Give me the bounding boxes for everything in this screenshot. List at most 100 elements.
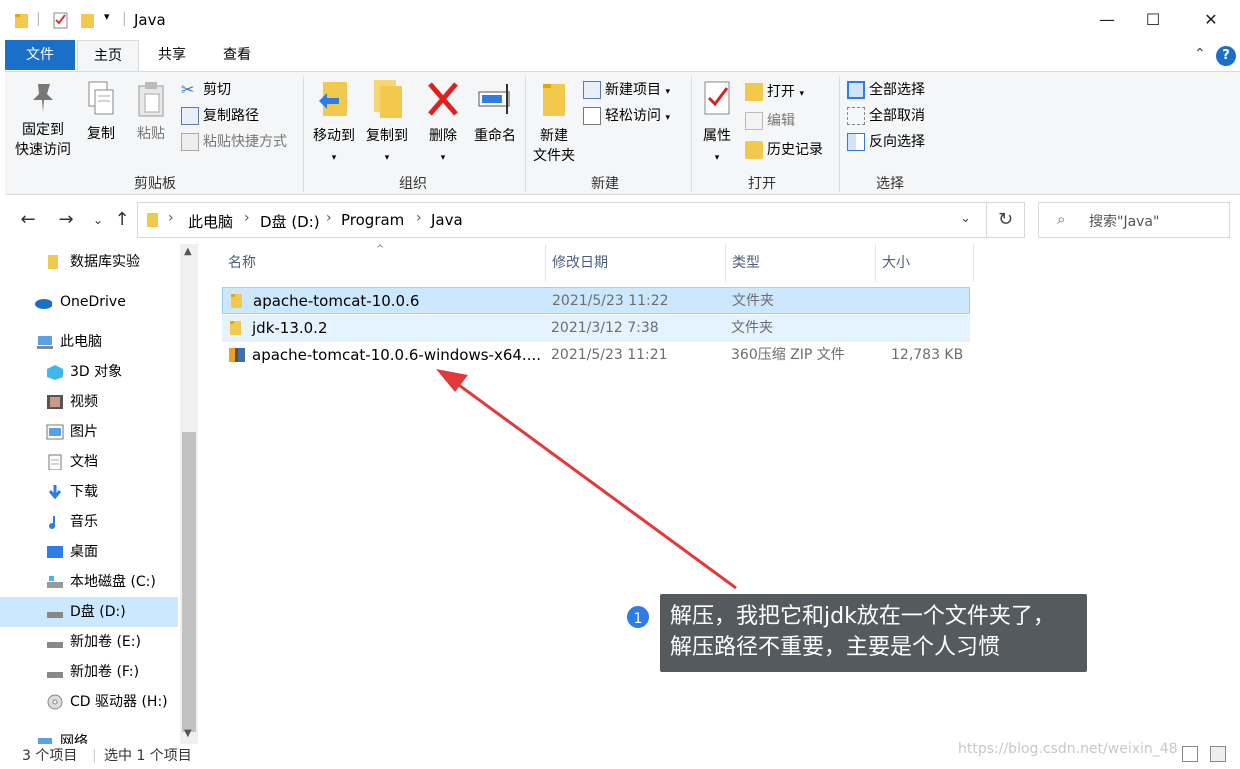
nav-item-music[interactable]: 音乐 <box>0 507 180 537</box>
address-dropdown-icon[interactable]: ⌄ <box>960 211 971 226</box>
selected-count: 选中 1 个项目 <box>104 748 192 764</box>
address-input[interactable]: › 此电脑 › D盘 (D:) › Program › Java ⌄ <box>137 202 987 238</box>
nav-item-cd-drive[interactable]: CD 驱动器 (H:) <box>0 687 180 717</box>
delete-icon <box>428 82 458 116</box>
window-title: Java <box>134 11 166 29</box>
nav-item-drive-d[interactable]: D盘 (D:) <box>0 597 178 627</box>
nav-scrollbar[interactable]: ▲ ▼ <box>180 244 198 744</box>
quick-access-dropdown-icon[interactable]: ▾ <box>104 10 110 23</box>
open-folder-icon <box>745 83 763 101</box>
select-none-button[interactable]: 全部取消 <box>847 104 925 128</box>
music-icon <box>49 516 55 529</box>
column-header-name[interactable]: 名称 <box>222 244 546 282</box>
select-all-button[interactable]: 全部选择 <box>847 78 925 102</box>
pin-label-2: 快速访问 <box>15 142 71 158</box>
new-folder-label-2: 文件夹 <box>533 148 575 164</box>
nav-item-drive-c[interactable]: 本地磁盘 (C:) <box>0 567 180 597</box>
zip-archive-icon <box>229 348 245 362</box>
new-item-button[interactable]: 新建项目 ▾ <box>583 78 670 102</box>
tab-share[interactable]: 共享 <box>143 40 201 70</box>
paste-shortcut-button[interactable]: 粘贴快捷方式 <box>181 130 287 154</box>
close-button[interactable]: ✕ <box>1188 0 1234 40</box>
move-to-button[interactable]: 移动到 ▾ <box>309 78 359 168</box>
file-modified: 2021/5/23 11:21 <box>551 347 668 363</box>
column-header-type[interactable]: 类型 <box>726 244 876 282</box>
folder-icon <box>48 255 58 269</box>
details-view-icon[interactable] <box>1182 746 1198 762</box>
nav-item-drive-e[interactable]: 新加卷 (E:) <box>0 627 180 657</box>
nav-item-db-lab[interactable]: 数据库实验 <box>0 247 180 277</box>
tab-file[interactable]: 文件 <box>5 40 75 70</box>
select-none-icon <box>847 107 865 125</box>
breadcrumb-separator-icon: › <box>168 210 174 226</box>
select-all-icon <box>847 81 865 99</box>
nav-label: 本地磁盘 (C:) <box>70 574 156 590</box>
new-folder-quick-icon[interactable] <box>80 12 96 30</box>
open-button[interactable]: 打开 ▾ <box>745 80 804 104</box>
breadcrumb-drive-d[interactable]: D盘 (D:) <box>260 211 320 232</box>
drive-icon <box>47 642 63 648</box>
up-button[interactable]: ↑ <box>110 208 134 232</box>
cut-button[interactable]: ✂ 剪切 <box>181 78 231 102</box>
invert-selection-button[interactable]: 反向选择 <box>847 130 925 154</box>
breadcrumb-this-pc[interactable]: 此电脑 <box>188 211 233 232</box>
breadcrumb-program[interactable]: Program <box>341 211 404 229</box>
nav-scrollbar-thumb[interactable] <box>182 432 196 732</box>
nav-item-onedrive[interactable]: OneDrive <box>0 287 180 317</box>
large-icons-view-icon[interactable] <box>1210 746 1226 762</box>
paste-shortcut-label: 粘贴快捷方式 <box>203 134 287 150</box>
column-header-modified[interactable]: 修改日期 <box>546 244 726 282</box>
nav-item-desktop[interactable]: 桌面 <box>0 537 180 567</box>
copy-path-label: 复制路径 <box>203 108 259 124</box>
easy-access-button[interactable]: 轻松访问 ▾ <box>583 104 670 128</box>
nav-item-downloads[interactable]: 下载 <box>0 477 180 507</box>
column-header-size[interactable]: 大小 <box>876 244 974 282</box>
rename-button[interactable]: 重命名 <box>467 78 523 146</box>
watermark: https://blog.csdn.net/weixin_48 <box>958 741 1178 757</box>
ribbon: 固定到 快速访问 复制 粘贴 ✂ 剪切 复制路径 粘贴快捷方式 剪贴板 移动到 ▾ … <box>5 71 1240 195</box>
copy-button[interactable]: 复制 <box>79 80 123 144</box>
refresh-button[interactable]: ↻ <box>987 202 1025 238</box>
properties-button[interactable]: 属性 ▾ <box>695 78 739 168</box>
file-row[interactable]: apache-tomcat-10.0.6 2021/5/23 11:22 文件夹 <box>222 287 970 314</box>
edit-button[interactable]: 编辑 <box>745 109 795 133</box>
back-button[interactable]: ← <box>16 208 40 232</box>
history-button[interactable]: 历史记录 <box>745 138 823 162</box>
maximize-button[interactable]: ☐ <box>1130 0 1176 40</box>
history-icon <box>745 141 763 159</box>
breadcrumb-java[interactable]: Java <box>431 211 463 229</box>
paste-button[interactable]: 粘贴 <box>129 80 173 144</box>
search-input[interactable]: ⌕ 搜索"Java" <box>1038 202 1230 238</box>
nav-item-pictures[interactable]: 图片 <box>0 417 180 447</box>
nav-item-this-pc[interactable]: 此电脑 <box>0 327 180 357</box>
tab-view[interactable]: 查看 <box>207 40 267 70</box>
new-folder-button[interactable]: 新建 文件夹 <box>529 78 579 166</box>
nav-item-documents[interactable]: 文档 <box>0 447 180 477</box>
scroll-up-icon[interactable]: ▲ <box>184 246 192 257</box>
file-name: apache-tomcat-10.0.6 <box>253 292 420 310</box>
nav-item-3d-objects[interactable]: 3D 对象 <box>0 357 180 387</box>
collapse-ribbon-icon[interactable]: ⌃ <box>1194 46 1206 62</box>
properties-quick-icon[interactable] <box>52 11 70 29</box>
copy-to-button[interactable]: 复制到 ▾ <box>359 78 415 168</box>
nav-item-drive-f[interactable]: 新加卷 (F:) <box>0 657 180 687</box>
3d-objects-icon <box>47 365 63 380</box>
forward-button[interactable]: → <box>54 208 78 232</box>
group-label-open: 打开 <box>748 176 776 192</box>
delete-button[interactable]: 删除 ▾ <box>421 78 465 168</box>
file-row[interactable]: jdk-13.0.2 2021/3/12 7:38 文件夹 <box>222 315 970 342</box>
network-icon <box>38 738 52 744</box>
file-modified: 2021/5/23 11:22 <box>552 293 669 309</box>
copy-path-button[interactable]: 复制路径 <box>181 104 259 128</box>
scroll-down-icon[interactable]: ▼ <box>184 728 192 739</box>
nav-item-network[interactable]: 网络 <box>0 727 180 744</box>
file-row[interactable]: apache-tomcat-10.0.6-windows-x64.... 202… <box>222 342 970 369</box>
nav-item-videos[interactable]: 视频 <box>0 387 180 417</box>
recent-locations-button[interactable]: ⌄ <box>86 208 110 232</box>
rename-label: 重命名 <box>474 128 516 144</box>
group-divider <box>839 76 840 192</box>
help-icon[interactable]: ? <box>1216 46 1236 66</box>
minimize-button[interactable]: — <box>1084 0 1130 40</box>
pin-quick-access-button[interactable]: 固定到 快速访问 <box>11 80 75 160</box>
tab-home[interactable]: 主页 <box>77 40 139 72</box>
